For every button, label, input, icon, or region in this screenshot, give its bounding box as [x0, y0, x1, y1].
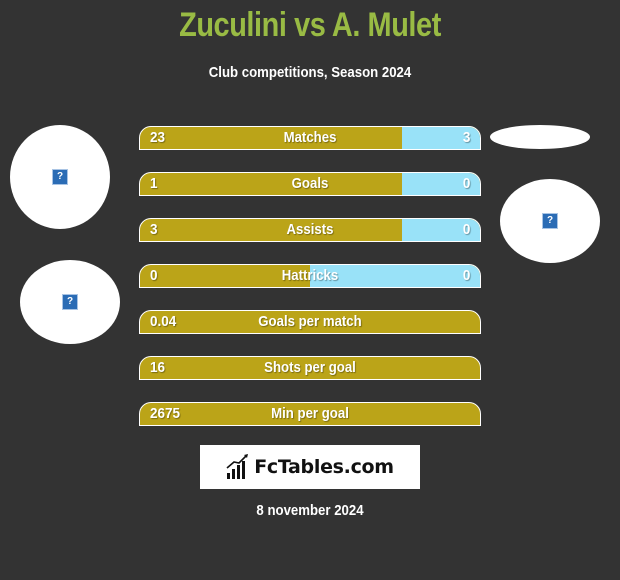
broken-image-icon: ?	[542, 213, 558, 229]
stat-row-min-per-goal: 2675 Min per goal	[139, 402, 481, 426]
stat-label: Hattricks	[281, 267, 339, 284]
stat-row-shots-per-goal: 16 Shots per goal	[139, 356, 481, 380]
broken-image-icon: ?	[62, 294, 78, 310]
broken-image-icon: ?	[52, 169, 68, 185]
page-subtitle: Club competitions, Season 2024	[208, 64, 412, 81]
player2-flag-placeholder	[490, 125, 590, 149]
right-value: 0	[462, 221, 470, 238]
stat-row-goals-per-match: 0.04 Goals per match	[139, 310, 481, 334]
right-value: 0	[462, 175, 470, 192]
left-value: 0	[150, 267, 158, 284]
fctables-logo[interactable]: FcTables.com	[200, 445, 420, 489]
left-value: 1	[150, 175, 158, 192]
left-value: 3	[150, 221, 158, 238]
logo-text: FcTables.com	[254, 456, 394, 478]
player2-photo: ?	[500, 179, 600, 263]
stat-label: Assists	[286, 221, 334, 238]
footer-date: 8 november 2024	[256, 502, 364, 519]
stat-label: Matches	[283, 129, 337, 146]
stat-label: Goals	[291, 175, 329, 192]
bar-chart-icon	[226, 454, 249, 479]
player1-team-logo: ?	[20, 260, 120, 344]
right-value: 3	[462, 129, 470, 146]
stat-row-assists: 3 Assists 0	[139, 218, 481, 242]
stat-label: Min per goal	[271, 405, 349, 422]
right-value: 0	[462, 267, 470, 284]
stat-row-hattricks: 0 Hattricks 0	[139, 264, 481, 288]
stat-row-goals: 1 Goals 0	[139, 172, 481, 196]
page-title: Zuculini vs A. Mulet	[179, 6, 441, 44]
stat-row-matches: 23 Matches 3	[139, 126, 481, 150]
player1-photo: ?	[10, 125, 110, 229]
stat-label: Goals per match	[258, 313, 362, 330]
stat-label: Shots per goal	[264, 359, 356, 376]
